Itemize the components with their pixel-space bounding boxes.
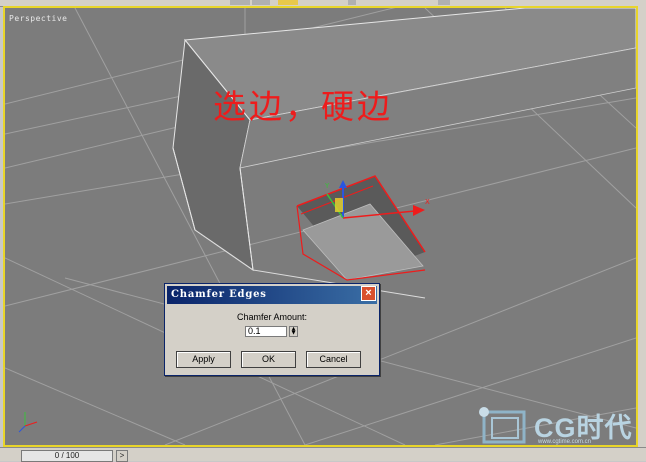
chamfer-amount-label: Chamfer Amount: [236, 312, 308, 322]
toolbar-button[interactable] [348, 0, 356, 5]
cg-logo-icon [479, 407, 526, 444]
time-next-button[interactable]: > [116, 450, 128, 462]
time-slider[interactable]: 0 / 100 [21, 450, 113, 462]
chamfer-edges-dialog: Chamfer Edges × Chamfer Amount: 0.1 ▲ ▼ A… [164, 283, 380, 376]
toolbar-button[interactable] [230, 0, 250, 5]
svg-text:Y: Y [324, 182, 330, 190]
svg-text:X: X [425, 198, 430, 206]
ok-button[interactable]: OK [241, 351, 296, 368]
watermark-url: www.cgtime.com.cn [538, 439, 592, 445]
annotation-text: 选边，硬边 [213, 87, 393, 126]
command-panel-edge [638, 6, 646, 447]
apply-button[interactable]: Apply [176, 351, 231, 368]
dialog-titlebar[interactable]: Chamfer Edges × [167, 286, 377, 304]
cancel-button[interactable]: Cancel [306, 351, 361, 368]
viewport-label[interactable]: Perspective [9, 14, 67, 23]
chamfer-amount-input[interactable]: 0.1 [245, 326, 287, 337]
close-icon[interactable]: × [361, 286, 376, 301]
toolbar-button-active[interactable] [278, 0, 298, 5]
toolbar-button[interactable] [252, 0, 270, 5]
watermark: CG时代 www.cgtime.com.cn [476, 404, 638, 445]
scene-geometry: Y X [5, 8, 636, 445]
toolbar-button[interactable] [438, 0, 450, 5]
spinner-icon[interactable]: ▲ ▼ [289, 326, 298, 337]
perspective-viewport[interactable]: Y X Perspective 选边，硬边 [3, 6, 638, 447]
dialog-title: Chamfer Edges [171, 289, 267, 300]
time-slider-bar: 0 / 100 > [0, 447, 646, 462]
axis-tripod-icon [18, 412, 38, 433]
